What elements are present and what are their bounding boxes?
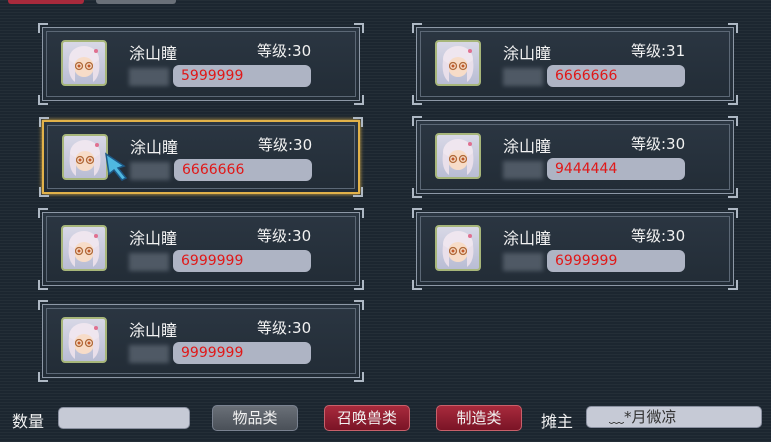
obscured-label [130, 162, 170, 180]
frame-corner [412, 188, 422, 198]
listing-card[interactable]: 涂山瞳 等级:30 6999999 [38, 208, 364, 290]
obscured-label [129, 253, 169, 271]
pet-avatar-icon [435, 133, 481, 179]
pet-avatar-icon [61, 225, 107, 271]
pet-level: 等级:31 [631, 42, 686, 60]
frame-corner [38, 95, 48, 105]
obscured-label [129, 68, 169, 86]
pet-name: 涂山瞳 [503, 137, 552, 156]
frame-corner [38, 280, 48, 290]
seller-name-field[interactable]: ﹏*月微凉 [586, 406, 762, 428]
listing-card[interactable]: 涂山瞳 等级:30 6999999 [412, 208, 738, 290]
listing-card[interactable]: 涂山瞳 等级:30 9444444 [412, 116, 738, 198]
frame-corner [412, 116, 422, 126]
pet-avatar-icon [61, 40, 107, 86]
price-field: 9999999 [173, 342, 311, 364]
pet-name: 涂山瞳 [503, 229, 552, 248]
frame-corner [38, 372, 48, 382]
frame-corner [728, 116, 738, 126]
frame-corner [728, 188, 738, 198]
mouse-cursor-icon [105, 152, 128, 181]
frame-corner [354, 23, 364, 33]
pet-avatar-icon [61, 317, 107, 363]
frame-corner [354, 372, 364, 382]
obscured-label [129, 345, 169, 363]
obscured-label [503, 161, 543, 179]
tab-indicator-2[interactable] [96, 0, 176, 4]
pet-name: 涂山瞳 [130, 138, 179, 157]
frame-corner [38, 23, 48, 33]
frame-corner [728, 23, 738, 33]
frame-corner [39, 187, 49, 197]
frame-corner [38, 208, 48, 218]
price-field: 6666666 [174, 159, 312, 181]
price-field: 6999999 [173, 250, 311, 272]
pet-level: 等级:30 [631, 227, 686, 245]
pet-avatar-icon [435, 40, 481, 86]
seller-label: 摊主 [541, 412, 574, 431]
pet-level: 等级:30 [631, 135, 686, 153]
pet-avatar-icon [435, 225, 481, 271]
listing-card-selected[interactable]: 涂山瞳 等级:30 6666666 [39, 117, 363, 197]
frame-corner [412, 23, 422, 33]
listing-card[interactable]: 涂山瞳 等级:31 6666666 [412, 23, 738, 105]
pet-level: 等级:30 [258, 136, 313, 154]
frame-corner [728, 280, 738, 290]
pet-avatar-icon [62, 134, 108, 180]
tab-indicator-1[interactable] [8, 0, 84, 4]
category-button-items[interactable]: 物品类 [212, 405, 298, 431]
frame-corner [354, 300, 364, 310]
obscured-label [503, 68, 543, 86]
pet-level: 等级:30 [257, 227, 312, 245]
frame-corner [728, 208, 738, 218]
frame-corner [39, 117, 49, 127]
pet-name: 涂山瞳 [129, 44, 178, 63]
frame-corner [728, 95, 738, 105]
frame-corner [354, 208, 364, 218]
pet-name: 涂山瞳 [129, 321, 178, 340]
frame-corner [38, 300, 48, 310]
price-field: 6999999 [547, 250, 685, 272]
listing-card[interactable]: 涂山瞳 等级:30 5999999 [38, 23, 364, 105]
frame-corner [353, 117, 363, 127]
pet-name: 涂山瞳 [503, 44, 552, 63]
quantity-label: 数量 [12, 412, 45, 431]
category-button-summons[interactable]: 召唤兽类 [324, 405, 410, 431]
pet-level: 等级:30 [257, 42, 312, 60]
category-button-crafting[interactable]: 制造类 [436, 405, 522, 431]
frame-corner [353, 187, 363, 197]
listing-card[interactable]: 涂山瞳 等级:30 9999999 [38, 300, 364, 382]
pet-level: 等级:30 [257, 319, 312, 337]
price-field: 6666666 [547, 65, 685, 87]
obscured-label [503, 253, 543, 271]
frame-corner [354, 280, 364, 290]
frame-corner [412, 208, 422, 218]
pet-name: 涂山瞳 [129, 229, 178, 248]
frame-corner [412, 280, 422, 290]
frame-corner [354, 95, 364, 105]
price-field: 5999999 [173, 65, 311, 87]
frame-corner [412, 95, 422, 105]
quantity-input[interactable] [58, 407, 190, 429]
price-field: 9444444 [547, 158, 685, 180]
